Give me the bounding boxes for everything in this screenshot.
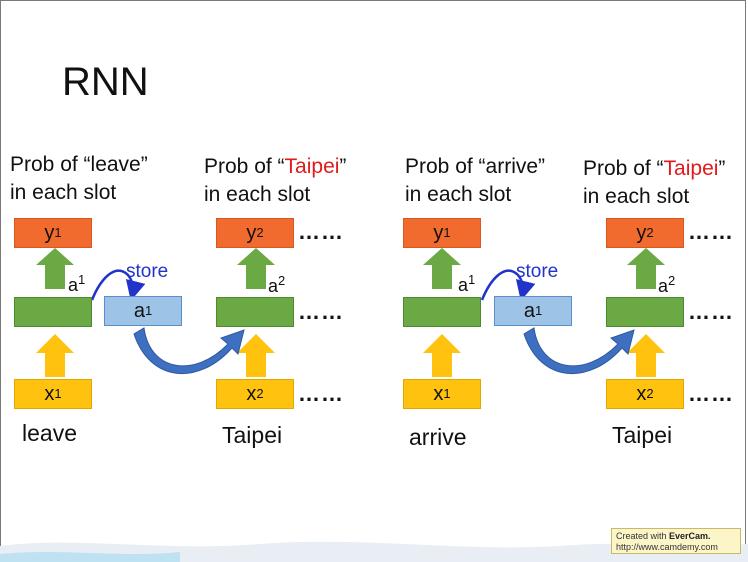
hidden-box-2-left (216, 297, 294, 327)
hidden-box-1-left (14, 297, 92, 327)
dots-h-right: …… (688, 299, 734, 324)
output-box-y1-right: y1 (403, 218, 481, 248)
memory-arrow-right (523, 327, 635, 375)
arrow-x-to-h-right-2 (627, 334, 665, 377)
hidden-label-a1-right: a1 (458, 272, 476, 295)
arrow-x-to-h-right-1 (423, 334, 461, 377)
dots-y-right: …… (688, 219, 734, 244)
memory-box-a1-right: a1 (494, 296, 572, 326)
memory-box-a1-left: a1 (104, 296, 182, 326)
hidden-label-a2-left: a2 (268, 273, 286, 296)
output-box-y1-left: y1 (14, 218, 92, 248)
output-box-y2-right: y2 (606, 218, 684, 248)
hidden-box-1-right (403, 297, 481, 327)
memory-arrow-left (133, 327, 245, 375)
store-label-left: store (126, 261, 169, 282)
dots-x-right: …… (688, 381, 734, 406)
word-arrive: arrive (409, 424, 467, 450)
diagram-arrows (36, 248, 665, 408)
input-box-x2-right: x2 (606, 379, 684, 409)
arrow-x-to-h-left-2 (237, 334, 275, 377)
dots-y-left: …… (298, 219, 344, 244)
arrow-x-to-h-left-1 (36, 334, 74, 377)
store-label-right: store (516, 261, 559, 282)
output-box-y2-left: y2 (216, 218, 294, 248)
word-taipei-right: Taipei (612, 422, 673, 448)
word-taipei-left: Taipei (222, 422, 283, 448)
hidden-label-a1-left: a1 (68, 272, 86, 295)
hidden-label-a2-right: a2 (658, 273, 676, 296)
input-box-x2-left: x2 (216, 379, 294, 409)
word-leave: leave (22, 420, 77, 446)
evercam-watermark: Created with EverCam. http://www.camdemy… (611, 528, 741, 554)
input-box-x1-right: x1 (403, 379, 481, 409)
arrow-h-to-y-right-1 (423, 248, 461, 289)
dots-x-left: …… (298, 381, 344, 406)
dots-h-left: …… (298, 299, 344, 324)
hidden-box-2-right (606, 297, 684, 327)
input-box-x1-left: x1 (14, 379, 92, 409)
